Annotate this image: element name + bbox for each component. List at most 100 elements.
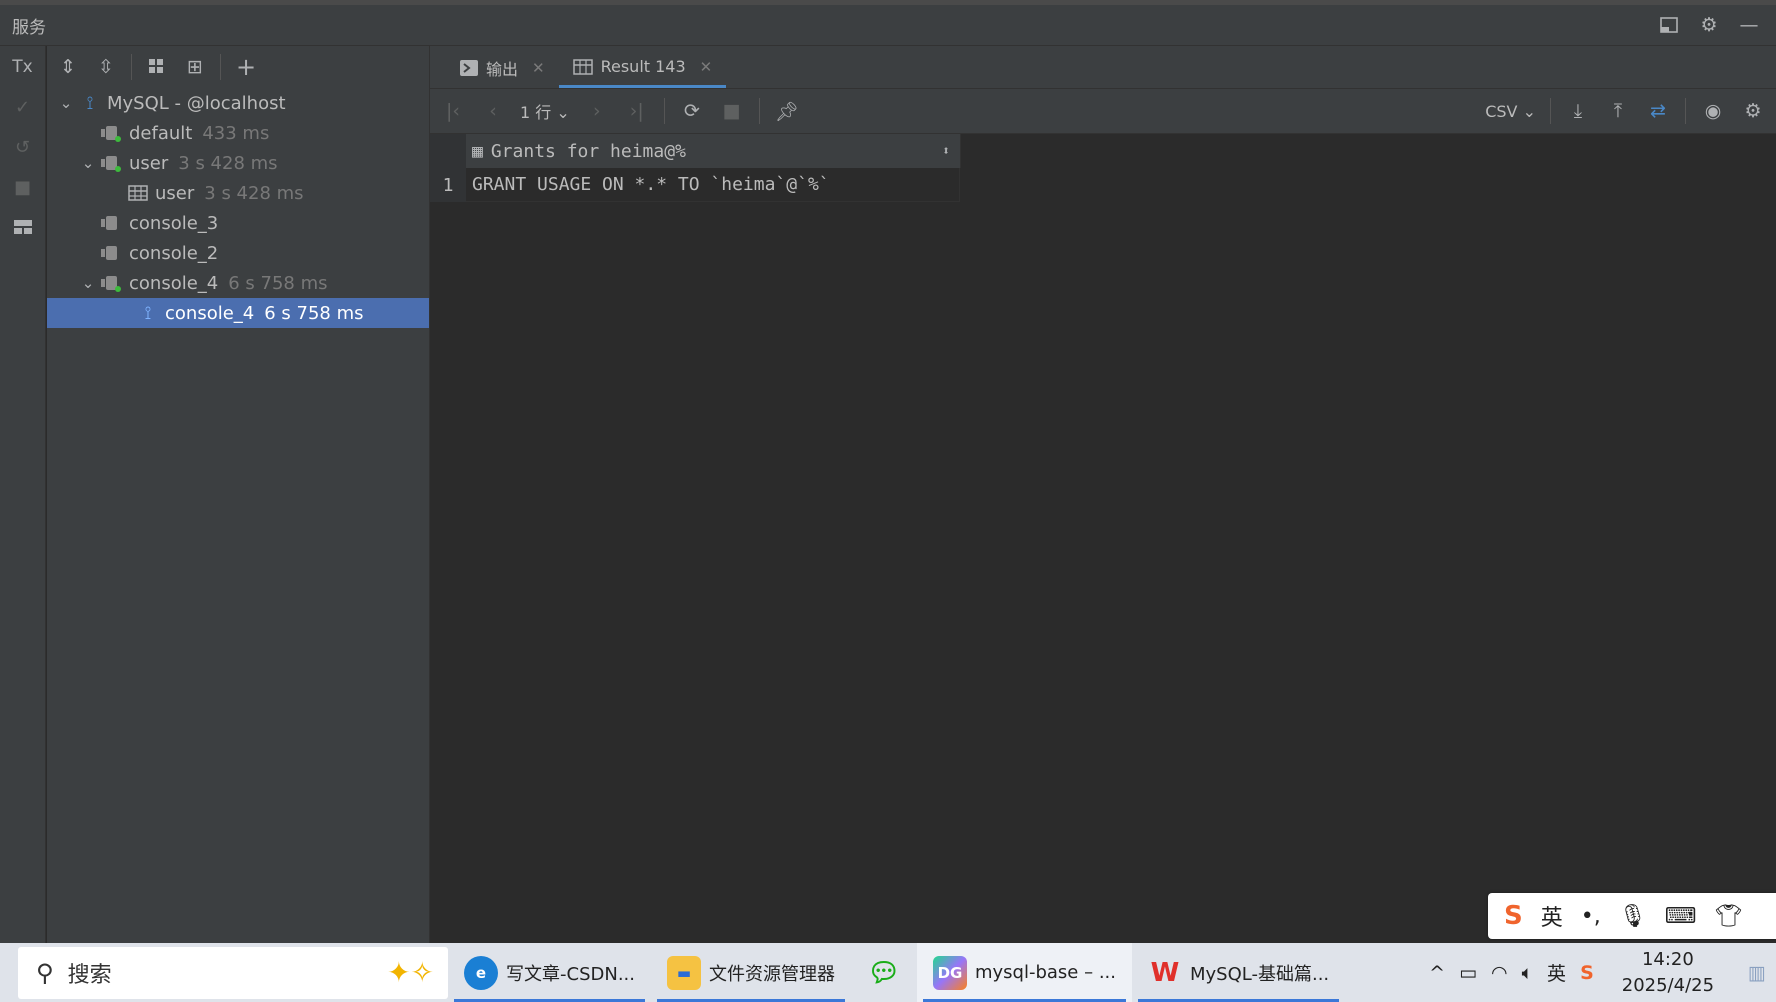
close-icon[interactable]: ✕ <box>700 58 713 76</box>
tree-item-mysql-localhost[interactable]: ⌄ ⟟ MySQL - @localhost <box>47 88 429 118</box>
taskbar-app-datagrip[interactable]: DG mysql-base – ... <box>916 943 1132 1002</box>
sogou-logo-icon[interactable]: S <box>1504 901 1523 931</box>
tree-item-default[interactable]: default 433 ms <box>47 118 429 148</box>
compare-icon[interactable]: ⇄ <box>1645 98 1671 124</box>
input-lang-indicator[interactable]: 英 <box>1547 959 1566 986</box>
search-label: 搜索 <box>67 962 112 988</box>
taskbar-app-label: 文件资源管理器 <box>708 963 835 985</box>
taskbar-app-wechat[interactable]: 💬︎ <box>851 943 917 1002</box>
refresh-icon[interactable]: ⟳ <box>679 98 705 124</box>
download-icon[interactable]: ⤓ <box>1565 98 1591 124</box>
tree-item-label: user <box>129 152 169 174</box>
datagrip-icon: DG <box>932 955 967 990</box>
tree-item-console-4-query[interactable]: ⟟ console_4 6 s 758 ms <box>47 298 429 328</box>
tree-item-label: console_3 <box>129 212 219 234</box>
punctuation-icon[interactable]: •, <box>1581 904 1601 929</box>
tree-item-console-4-session[interactable]: ⌄ console_4 6 s 758 ms <box>47 268 429 298</box>
settings-gear-icon[interactable]: ⚙ <box>1740 98 1766 124</box>
tree-item-time: 3 s 428 ms <box>204 182 304 204</box>
notification-icon[interactable]: ▥ <box>1748 962 1766 984</box>
skin-shirt-icon[interactable]: 👕︎ <box>1714 904 1742 929</box>
rollback-icon[interactable]: ↺ <box>10 134 36 160</box>
stop-icon[interactable]: ■ <box>719 98 745 124</box>
chevron-up-icon[interactable]: ^ <box>1429 962 1445 984</box>
volume-icon[interactable]: 🔈︎ <box>1522 962 1533 984</box>
tab-result-143[interactable]: Result 143 ✕ <box>558 48 727 88</box>
add-icon[interactable]: + <box>233 53 259 81</box>
tree-item-console-3[interactable]: console_3 <box>47 208 429 238</box>
settings-gear-icon[interactable]: ⚙ <box>1696 12 1722 38</box>
expand-all-icon[interactable]: ⇕ <box>55 54 81 80</box>
group-by-icon[interactable] <box>144 54 170 80</box>
console-icon <box>460 60 478 76</box>
session-plug-icon <box>99 213 125 233</box>
copilot-sparkle-icon: ✦✧ <box>387 956 434 989</box>
taskbar-search[interactable]: ⚲ 搜索 ✦✧ <box>18 946 448 999</box>
new-service-icon[interactable]: ⊞ <box>182 54 208 80</box>
services-title-bar: 服务 ⚙ — <box>0 5 1776 46</box>
view-eye-icon[interactable]: ◉ <box>1700 98 1726 124</box>
tree-item-time: 6 s 758 ms <box>264 302 364 324</box>
panel-title: 服务 <box>12 17 46 38</box>
taskbar-app-wps[interactable]: W MySQL-基础篇... <box>1132 943 1345 1002</box>
next-page-icon[interactable]: › <box>584 98 610 124</box>
table-row[interactable]: 1 GRANT USAGE ON *.* TO `heima`@`%` <box>430 168 961 202</box>
toolbar-divider <box>220 54 221 80</box>
tree-item-time: 3 s 428 ms <box>178 152 278 174</box>
pin-icon[interactable]: 📌︎ <box>774 98 800 124</box>
previous-page-icon[interactable]: ‹ <box>480 98 506 124</box>
sogou-tray-icon[interactable]: S <box>1580 962 1594 984</box>
column-header-label: Grants for heima@% <box>490 140 686 162</box>
session-plug-icon <box>99 273 125 293</box>
close-icon[interactable]: ✕ <box>532 59 545 77</box>
keyboard-icon[interactable]: ⌨ <box>1665 904 1697 929</box>
chevron-down-icon[interactable]: ⌄ <box>77 274 99 292</box>
tab-output[interactable]: 输出 ✕ <box>446 48 559 88</box>
battery-icon[interactable]: ▭ <box>1459 962 1477 984</box>
chevron-down-icon[interactable]: ⌄ <box>77 154 99 172</box>
table-icon <box>572 58 593 75</box>
export-format-label: CSV <box>1485 101 1518 121</box>
result-toolbar: |‹ ‹ 1 行 ⌄ › ›| ⟳ ■ 📌︎ CSV ⌄ ⤓ ⤒ ⇄ ◉ ⚙ <box>430 89 1776 134</box>
system-clock[interactable]: 14:20 2025/4/25 <box>1622 947 1714 999</box>
export-format-select[interactable]: CSV ⌄ <box>1485 102 1536 121</box>
commit-check-icon[interactable]: ✓ <box>10 94 36 120</box>
tx-mode-icon[interactable]: Tx <box>10 54 36 80</box>
taskbar: ⚲ 搜索 ✦✧ e 写文章-CSDN... ▬ 文件资源管理器 💬︎ DG my… <box>0 943 1776 1002</box>
mysql-dolphin-icon: ⟟ <box>144 302 152 324</box>
wps-icon: W <box>1150 957 1180 988</box>
tree-item-label: user <box>155 182 195 204</box>
first-page-icon[interactable]: |‹ <box>440 98 466 124</box>
tree-item-user-session[interactable]: ⌄ user 3 s 428 ms <box>47 148 429 178</box>
column-header[interactable]: ▦ Grants for heima@% ⬍ <box>466 134 961 168</box>
microphone-icon[interactable]: 🎙︎ <box>1619 904 1647 929</box>
collapse-all-icon[interactable]: ⇳ <box>93 54 119 80</box>
toolbar-divider <box>1685 98 1686 124</box>
table-cell[interactable]: GRANT USAGE ON *.* TO `heima`@`%` <box>466 168 960 202</box>
services-tree: ⌄ ⟟ MySQL - @localhost default 433 ms ⌄ … <box>47 88 429 328</box>
tree-item-label: console_2 <box>129 242 219 264</box>
sort-icon[interactable]: ⬍ <box>942 144 950 159</box>
last-page-icon[interactable]: ›| <box>624 98 650 124</box>
taskbar-app-label: 写文章-CSDN... <box>506 963 635 985</box>
toolbar-divider <box>758 98 760 124</box>
chevron-down-icon[interactable]: ⌄ <box>55 94 77 112</box>
tab-label: 输出 <box>486 60 519 79</box>
rows-count-select[interactable]: 1 行 ⌄ <box>520 99 570 123</box>
ime-lang-toggle[interactable]: 英 <box>1541 900 1563 932</box>
toolbar-divider <box>663 98 665 124</box>
tree-item-console-2[interactable]: console_2 <box>47 238 429 268</box>
upload-icon[interactable]: ⤒ <box>1605 98 1631 124</box>
column-icon: ▦ <box>472 140 483 162</box>
folder-icon: ▬ <box>666 955 701 990</box>
tree-item-time: 6 s 758 ms <box>228 272 328 294</box>
taskbar-app-explorer[interactable]: ▬ 文件资源管理器 <box>651 943 851 1002</box>
minimize-icon[interactable]: — <box>1736 12 1762 38</box>
tree-item-user-table[interactable]: user 3 s 428 ms <box>47 178 429 208</box>
restore-layout-icon[interactable] <box>1656 12 1682 38</box>
row-number-header <box>430 134 466 168</box>
stop-icon[interactable]: ■ <box>10 174 36 200</box>
layout-grid-icon[interactable] <box>10 214 36 240</box>
wifi-icon[interactable]: ◠ <box>1491 962 1508 984</box>
taskbar-app-edge[interactable]: e 写文章-CSDN... <box>448 943 651 1002</box>
